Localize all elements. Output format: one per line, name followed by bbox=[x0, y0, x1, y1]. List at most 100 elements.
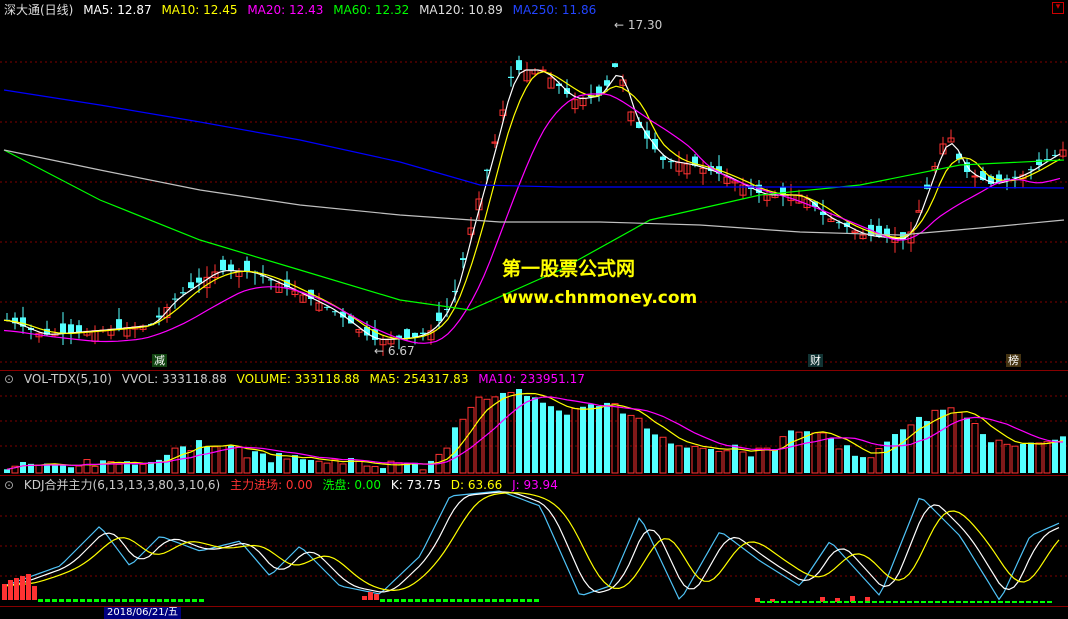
volume-bar-down bbox=[892, 434, 898, 473]
volume-bar-up bbox=[211, 446, 219, 474]
candle-down bbox=[516, 60, 522, 70]
main-force-bar bbox=[2, 584, 7, 600]
wash-bar bbox=[907, 601, 912, 603]
volume-bar-down bbox=[596, 406, 602, 473]
wash-bar bbox=[101, 599, 106, 602]
volume-bar-down bbox=[916, 416, 922, 473]
volume-bar-up bbox=[971, 422, 979, 474]
volume-bar-down bbox=[748, 456, 754, 473]
kdj-title: KDJ合并主力(6,13,13,3,80,3,10,6) bbox=[23, 478, 221, 492]
volume-bar-up bbox=[763, 447, 771, 474]
volume-bar-up bbox=[419, 469, 427, 474]
candle-down bbox=[68, 324, 74, 333]
main-force-bar bbox=[20, 576, 25, 600]
legend-ma250: MA250: 11.86 bbox=[512, 3, 597, 17]
volume-bar-down bbox=[524, 395, 530, 473]
volume-bar-up bbox=[243, 457, 251, 474]
wash-bar bbox=[942, 601, 947, 603]
volume-bar-down bbox=[532, 397, 538, 473]
candle-down bbox=[508, 76, 514, 78]
volume-bar-down bbox=[516, 389, 522, 473]
main-force-bar bbox=[8, 580, 13, 600]
wash-bar bbox=[893, 601, 898, 603]
candle-down bbox=[964, 162, 970, 172]
volume-bar-up bbox=[331, 459, 339, 474]
volume-panel[interactable]: ⊙ VOL-TDX(5,10) VVOL: 333118.88 VOLUME: … bbox=[0, 370, 1068, 475]
wash-bar bbox=[1047, 601, 1052, 603]
wash-bar bbox=[1019, 601, 1024, 603]
candle-down bbox=[196, 277, 202, 283]
volume-bar-up bbox=[115, 463, 123, 474]
kdj-wash: 洗盘: 0.00 bbox=[322, 478, 382, 492]
volume-bar-down bbox=[380, 468, 386, 473]
volume-bar-up bbox=[723, 450, 731, 474]
high-price-label: ← 17.30 bbox=[614, 18, 663, 32]
candle-down bbox=[188, 282, 194, 288]
volume-bar-down bbox=[1052, 439, 1058, 473]
event-tag-reduce[interactable]: 减 bbox=[152, 354, 167, 367]
price-panel[interactable]: 深大通(日线) MA5: 12.87 MA10: 12.45 MA20: 12.… bbox=[0, 0, 1068, 370]
wash-bar bbox=[94, 599, 99, 602]
candle-down bbox=[660, 156, 666, 160]
candlestick-chart[interactable] bbox=[0, 0, 1068, 370]
volume-header: ⊙ VOL-TDX(5,10) VVOL: 333118.88 VOLUME: … bbox=[4, 371, 591, 387]
ma250-line bbox=[3, 89, 1065, 189]
wash-bar bbox=[534, 599, 539, 602]
kdj-chart[interactable] bbox=[0, 476, 1068, 607]
kdj-k: K: 73.75 bbox=[390, 478, 441, 492]
volume-bar-down bbox=[1028, 442, 1034, 473]
volume-bar-down bbox=[684, 447, 690, 473]
volume-value: VOLUME: 333118.88 bbox=[236, 372, 360, 386]
volume-bar-down bbox=[668, 443, 674, 473]
wash-bar bbox=[879, 601, 884, 603]
wash-bar bbox=[450, 599, 455, 602]
volume-bar-down bbox=[252, 451, 258, 473]
volume-bar-down bbox=[4, 469, 10, 473]
main-force-bar bbox=[362, 596, 367, 600]
candle-down bbox=[60, 323, 66, 334]
wash-bar bbox=[506, 599, 511, 602]
dropdown-icon[interactable]: ▾ bbox=[1052, 2, 1064, 14]
wash-bar bbox=[837, 601, 842, 603]
wash-bar bbox=[164, 599, 169, 602]
wash-bar bbox=[970, 601, 975, 603]
volume-bar-down bbox=[580, 406, 586, 473]
wash-bar bbox=[1012, 601, 1017, 603]
wash-bar bbox=[478, 599, 483, 602]
wash-bar bbox=[52, 599, 57, 602]
wash-bar bbox=[865, 601, 870, 603]
wash-bar bbox=[464, 599, 469, 602]
volume-bar-up bbox=[699, 447, 707, 474]
collapse-icon[interactable]: ⊙ bbox=[4, 478, 14, 492]
candle-down bbox=[228, 264, 234, 271]
wash-bar bbox=[492, 599, 497, 602]
event-tag-finance[interactable]: 财 bbox=[808, 354, 823, 367]
collapse-icon[interactable]: ⊙ bbox=[4, 372, 14, 386]
event-tag-rank[interactable]: 榜 bbox=[1006, 354, 1021, 367]
wash-bar bbox=[199, 599, 204, 602]
wash-bar bbox=[774, 601, 779, 603]
wash-bar bbox=[401, 599, 406, 602]
volume-bar-down bbox=[204, 446, 210, 473]
candle-down bbox=[460, 258, 466, 260]
kdj-panel[interactable]: ⊙ KDJ合并主力(6,13,13,3,80,3,10,6) 主力进场: 0.0… bbox=[0, 475, 1068, 607]
volume-bar-up bbox=[315, 460, 323, 474]
volume-bar-down bbox=[60, 465, 66, 473]
volume-bar-down bbox=[308, 460, 314, 473]
kdj-j-line bbox=[3, 490, 1060, 601]
volume-bar-down bbox=[180, 446, 186, 473]
candle-down bbox=[404, 329, 410, 339]
volume-bar-up bbox=[779, 436, 787, 474]
volume-bar-up bbox=[283, 458, 291, 474]
volume-title: VOL-TDX(5,10) bbox=[23, 372, 112, 386]
wash-bar bbox=[872, 601, 877, 603]
wash-bar bbox=[394, 599, 399, 602]
legend-ma60: MA60: 12.32 bbox=[333, 3, 410, 17]
volume-bar-up bbox=[835, 448, 843, 474]
volume-bar-down bbox=[548, 406, 554, 473]
date-axis[interactable]: 2018/06/21/五 bbox=[0, 606, 1068, 619]
volume-bar-up bbox=[139, 463, 147, 474]
volume-bar-down bbox=[20, 462, 26, 473]
volume-bar-down bbox=[852, 455, 858, 473]
volume-bar-down bbox=[300, 459, 306, 473]
